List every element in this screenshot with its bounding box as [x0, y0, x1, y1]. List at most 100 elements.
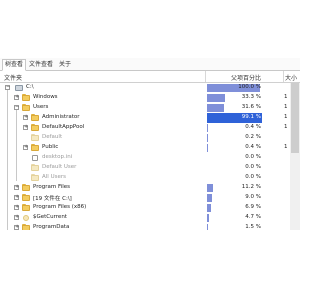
- folder-icon: [22, 204, 30, 211]
- tree-item-label: $GetCurrent: [33, 214, 67, 220]
- percent-value: 1.5 %: [245, 224, 261, 230]
- folder-icon: [22, 94, 30, 101]
- tree-item-label: Program Files (x86): [33, 204, 87, 210]
- column-folder[interactable]: 文件夹: [4, 73, 22, 82]
- tree-row[interactable]: + $GetCurrent 4.7 %: [0, 213, 290, 223]
- percent-value: 11.2 %: [241, 184, 261, 190]
- tree-item-label: Users: [33, 104, 49, 110]
- tree-item-label: [19 文件在 C:\]: [33, 196, 72, 202]
- tree-row[interactable]: + ProgramData 1.5 %: [0, 223, 290, 230]
- tree-row[interactable]: + Program Files (x86) 6.9 %: [0, 203, 290, 213]
- tree-row[interactable]: + Public 0.4 % 1: [0, 143, 290, 153]
- percent-value: 31.6 %: [241, 104, 261, 110]
- tree-row[interactable]: − C:\ 100.0 %: [0, 83, 290, 93]
- percent-bar: [207, 204, 211, 212]
- percent-cell: 0.0 %: [207, 153, 262, 163]
- expand-icon[interactable]: +: [14, 195, 19, 200]
- percent-value: 0.0 %: [245, 154, 261, 160]
- percent-cell: 1.5 %: [207, 223, 262, 230]
- tree-row[interactable]: desktop.ini 0.0 %: [0, 153, 290, 163]
- percent-cell: 0.2 %: [207, 133, 262, 143]
- percent-cell: 9.0 %: [207, 193, 262, 203]
- tree-row[interactable]: Default 0.2 %: [0, 133, 290, 143]
- percent-bar: [207, 104, 224, 112]
- percent-cell: 0.0 %: [207, 163, 262, 173]
- percent-bar: [207, 224, 208, 230]
- column-divider[interactable]: [283, 71, 284, 82]
- collapse-icon[interactable]: −: [14, 105, 19, 110]
- tree-item-label: DefaultAppPool: [42, 124, 85, 130]
- percent-cell: 0.4 %: [207, 143, 262, 153]
- expand-icon[interactable]: +: [14, 205, 19, 210]
- percent-cell: 0.4 %: [207, 123, 262, 133]
- percent-value: 6.9 %: [245, 204, 261, 210]
- percent-bar: [207, 124, 208, 132]
- column-divider[interactable]: [205, 71, 206, 82]
- expand-icon[interactable]: +: [14, 95, 19, 100]
- percent-bar: [207, 194, 212, 202]
- folder-icon: [22, 224, 30, 230]
- expand-icon[interactable]: +: [14, 185, 19, 190]
- folder-icon: [22, 184, 30, 191]
- percent-value: 0.4 %: [245, 144, 261, 150]
- percent-bar: [207, 184, 213, 192]
- percent-value: 0.2 %: [245, 134, 261, 140]
- tree-row[interactable]: Default User 0.0 %: [0, 163, 290, 173]
- folder-tree[interactable]: − C:\ 100.0 % + Windows 33.3 % 1− Users 31.6 % 1 +…: [0, 83, 290, 230]
- collapse-icon[interactable]: −: [5, 85, 10, 90]
- size-value: 1: [284, 94, 288, 100]
- tab-file-view[interactable]: 文件查看: [27, 60, 55, 70]
- percent-cell: 33.3 %: [207, 93, 262, 103]
- percent-value: 4.7 %: [245, 214, 261, 220]
- percent-bar: [207, 94, 225, 102]
- expand-icon[interactable]: +: [23, 125, 28, 130]
- tree-row[interactable]: All Users 0.0 %: [0, 173, 290, 183]
- tree-row[interactable]: + DefaultAppPool 0.4 % 1: [0, 123, 290, 133]
- percent-cell: 100.0 %: [207, 83, 262, 93]
- files-icon: [22, 194, 30, 201]
- tree-item-label: Program Files: [33, 184, 71, 190]
- size-value: 1: [284, 124, 288, 130]
- tree-item-label: Default: [42, 134, 63, 140]
- expand-icon[interactable]: +: [23, 145, 28, 150]
- percent-value: 100.0 %: [238, 84, 261, 90]
- tab-about[interactable]: 关于: [57, 60, 73, 70]
- percent-cell: 0.0 %: [207, 173, 262, 183]
- percent-bar: [207, 134, 208, 142]
- tab-tree-view[interactable]: 树查看: [2, 59, 27, 71]
- column-parent-percent[interactable]: 父项百分比: [231, 73, 261, 82]
- percent-cell: 6.9 %: [207, 203, 262, 213]
- drive-icon: [15, 84, 23, 91]
- tree-row[interactable]: − Users 31.6 % 1: [0, 103, 290, 113]
- tree-row[interactable]: + Program Files 11.2 %: [0, 183, 290, 193]
- expand-icon[interactable]: +: [23, 115, 28, 120]
- percent-value: 0.0 %: [245, 164, 261, 170]
- folder-icon: [22, 104, 30, 111]
- percent-value: 0.0 %: [245, 174, 261, 180]
- percent-value: 33.3 %: [241, 94, 261, 100]
- size-value: 1: [284, 144, 288, 150]
- percent-cell: 11.2 %: [207, 183, 262, 193]
- folder-icon: [31, 144, 39, 151]
- column-size[interactable]: 大小: [285, 73, 297, 82]
- scrollbar-thumb[interactable]: [291, 83, 299, 153]
- tree-row[interactable]: + Windows 33.3 % 1: [0, 93, 290, 103]
- expand-icon[interactable]: +: [14, 215, 19, 220]
- folder-icon: [31, 114, 39, 121]
- tree-row[interactable]: + [19 文件在 C:\] 9.0 %: [0, 193, 290, 203]
- size-value: 1: [284, 114, 288, 120]
- percent-bar: [207, 214, 210, 222]
- percent-bar: [207, 144, 208, 152]
- tree-item-label: All Users: [42, 174, 66, 180]
- tree-row[interactable]: + Administrator 99.1 % 1: [0, 113, 290, 123]
- vertical-scrollbar[interactable]: [290, 83, 300, 230]
- size-value: 1: [284, 104, 288, 110]
- percent-value: 0.4 %: [245, 124, 261, 130]
- tree-item-label: Default User: [42, 164, 77, 170]
- expand-icon[interactable]: +: [14, 225, 19, 230]
- tree-item-label: desktop.ini: [42, 154, 73, 160]
- tree-item-label: C:\: [26, 84, 34, 90]
- gear-icon: [22, 214, 30, 221]
- tree-item-label: Windows: [33, 94, 58, 100]
- folder-icon: [31, 124, 39, 131]
